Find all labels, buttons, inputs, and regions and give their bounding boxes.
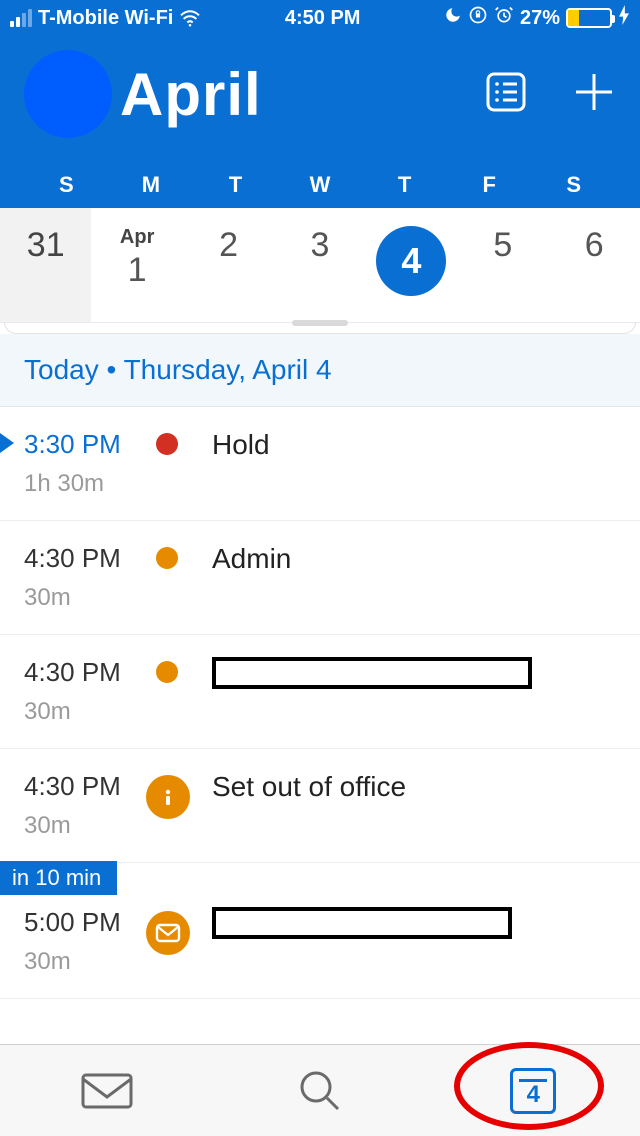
bottom-tab-bar: 4 xyxy=(0,1044,640,1136)
event-start: 4:30 PM xyxy=(24,771,156,802)
weekday-label: M xyxy=(109,172,194,198)
current-time-indicator xyxy=(0,433,14,453)
event-list[interactable]: 3:30 PM 1h 30m Hold 4:30 PM 30m Admin 4:… xyxy=(0,407,640,999)
event-duration: 30m xyxy=(24,812,156,840)
weekday-row: S M T W T F S xyxy=(24,172,616,208)
event-title: Hold xyxy=(212,429,640,461)
event-duration: 1h 30m xyxy=(24,470,156,498)
mail-icon xyxy=(146,911,190,955)
lock-rotation-icon xyxy=(468,5,488,31)
event-row[interactable]: 4:30 PM 30m Admin xyxy=(0,521,640,635)
signal-icon xyxy=(10,9,32,27)
tab-mail[interactable] xyxy=(47,1071,167,1111)
event-duration: 30m xyxy=(24,698,156,726)
add-event-icon[interactable] xyxy=(572,70,616,119)
event-start: 3:30 PM xyxy=(24,429,156,460)
category-dot xyxy=(156,661,178,683)
battery-icon xyxy=(566,8,612,28)
info-icon xyxy=(146,775,190,819)
event-duration: 30m xyxy=(24,584,156,612)
date-cell[interactable]: 5 xyxy=(457,208,548,322)
event-title: Admin xyxy=(212,543,640,575)
month-title[interactable]: April xyxy=(120,60,262,129)
weekday-label: W xyxy=(278,172,363,198)
weekday-label: S xyxy=(531,172,616,198)
weekday-label: T xyxy=(193,172,278,198)
battery-pct: 27% xyxy=(520,7,560,30)
weekday-label: T xyxy=(362,172,447,198)
avatar[interactable] xyxy=(24,50,112,138)
date-cell[interactable]: 6 xyxy=(549,208,640,322)
date-cell[interactable]: Apr 1 xyxy=(91,208,182,322)
tab-search[interactable] xyxy=(260,1067,380,1115)
status-bar: T-Mobile Wi-Fi 4:50 PM 27% xyxy=(0,0,640,36)
date-strip[interactable]: 31 Apr 1 2 3 4 5 6 xyxy=(0,208,640,322)
category-dot xyxy=(156,547,178,569)
agenda-view-icon[interactable] xyxy=(482,68,530,121)
event-row[interactable]: 3:30 PM 1h 30m Hold xyxy=(0,407,640,521)
redacted-title xyxy=(212,907,512,939)
date-cell[interactable]: 3 xyxy=(274,208,365,322)
event-duration: 30m xyxy=(24,948,156,976)
event-start: 5:00 PM xyxy=(24,907,156,938)
month-abbr: Apr xyxy=(91,226,182,249)
event-row[interactable]: 4:30 PM 30m xyxy=(0,635,640,749)
calendar-mini-icon: 4 xyxy=(510,1068,556,1114)
tab-calendar[interactable]: 4 xyxy=(473,1068,593,1114)
agenda-date-header: Today • Thursday, April 4 xyxy=(0,334,640,407)
status-time: 4:50 PM xyxy=(285,7,361,30)
weekday-label: S xyxy=(24,172,109,198)
drag-handle[interactable] xyxy=(292,320,348,326)
date-cell[interactable]: 2 xyxy=(183,208,274,322)
carrier-label: T-Mobile Wi-Fi xyxy=(38,7,173,30)
date-cell[interactable]: 31 xyxy=(0,208,91,322)
event-row[interactable]: 4:30 PM 30m Set out of office xyxy=(0,749,640,863)
moon-icon xyxy=(444,6,462,30)
event-row[interactable]: 5:00 PM 30m xyxy=(0,863,640,999)
event-start: 4:30 PM xyxy=(24,657,156,688)
alarm-icon xyxy=(494,5,514,31)
date-cell-selected[interactable]: 4 xyxy=(366,208,457,322)
weekday-label: F xyxy=(447,172,532,198)
wifi-icon xyxy=(179,9,201,27)
event-start: 4:30 PM xyxy=(24,543,156,574)
category-dot xyxy=(156,433,178,455)
redacted-title xyxy=(212,657,532,689)
event-title: Set out of office xyxy=(212,771,640,803)
calendar-header: April S M T W T F S xyxy=(0,36,640,208)
bolt-icon xyxy=(618,5,630,31)
